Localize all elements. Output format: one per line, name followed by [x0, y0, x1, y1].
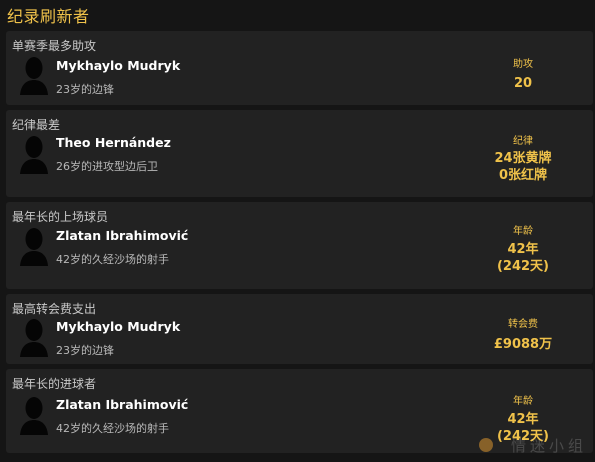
record-stat: 纪律 24张黄牌 0张红牌 — [478, 135, 568, 184]
stat-label: 年龄 — [513, 226, 533, 237]
player-silhouette-icon — [20, 319, 48, 357]
stat-value: 24张黄牌 — [494, 151, 552, 166]
player-description: 42岁的久经沙场的射手 — [56, 422, 169, 435]
section-title: 纪录刷新者 — [7, 7, 90, 26]
player-description: 26岁的进攻型边后卫 — [56, 160, 158, 173]
stat-label: 转会费 — [508, 319, 538, 330]
stat-value: £9088万 — [493, 337, 553, 352]
record-stat: 助攻 20 — [478, 58, 568, 92]
watermark-logo-icon — [479, 438, 493, 452]
stat-value: 42年 — [507, 412, 539, 427]
record-stat: 转会费 £9088万 — [478, 318, 568, 353]
record-category: 纪律最差 — [12, 118, 61, 132]
records-list: 单赛季最多助攻 Mykhaylo Mudryk 23岁的边锋 助攻 20 纪律最… — [6, 31, 593, 458]
record-card[interactable]: 纪律最差 Theo Hernández 26岁的进攻型边后卫 纪律 24张黄牌 … — [6, 110, 593, 197]
player-silhouette-icon — [20, 228, 48, 266]
player-name[interactable]: Mykhaylo Mudryk — [56, 58, 180, 73]
record-category: 最高转会费支出 — [12, 302, 97, 316]
record-card[interactable]: 最高转会费支出 Mykhaylo Mudryk 23岁的边锋 转会费 £9088… — [6, 294, 593, 364]
record-category: 单赛季最多助攻 — [12, 39, 97, 53]
stat-value: 42年 — [507, 242, 539, 257]
stat-label: 年龄 — [513, 396, 533, 407]
watermark: 情迷小组 — [510, 437, 587, 455]
stat-value: 0张红牌 — [498, 168, 548, 183]
player-name[interactable]: Theo Hernández — [56, 135, 171, 150]
stat-label: 纪律 — [513, 136, 533, 147]
record-card[interactable]: 单赛季最多助攻 Mykhaylo Mudryk 23岁的边锋 助攻 20 — [6, 31, 593, 105]
stat-value: (242天) — [496, 259, 550, 274]
record-card[interactable]: 最年长的进球者 Zlatan Ibrahimović 42岁的久经沙场的射手 年… — [6, 369, 593, 453]
player-description: 23岁的边锋 — [56, 83, 114, 96]
player-name[interactable]: Zlatan Ibrahimović — [56, 228, 188, 243]
record-stat: 年龄 42年 (242天) — [478, 225, 568, 275]
player-silhouette-icon — [20, 397, 48, 435]
player-description: 23岁的边锋 — [56, 344, 114, 357]
player-silhouette-icon — [20, 57, 48, 95]
player-name[interactable]: Zlatan Ibrahimović — [56, 397, 188, 412]
player-name[interactable]: Mykhaylo Mudryk — [56, 319, 180, 334]
stat-label: 助攻 — [513, 59, 533, 70]
record-category: 最年长的进球者 — [12, 377, 97, 391]
player-silhouette-icon — [20, 136, 48, 174]
player-description: 42岁的久经沙场的射手 — [56, 253, 169, 266]
record-category: 最年长的上场球员 — [12, 210, 109, 224]
record-card[interactable]: 最年长的上场球员 Zlatan Ibrahimović 42岁的久经沙场的射手 … — [6, 202, 593, 289]
stat-value: 20 — [513, 76, 533, 91]
